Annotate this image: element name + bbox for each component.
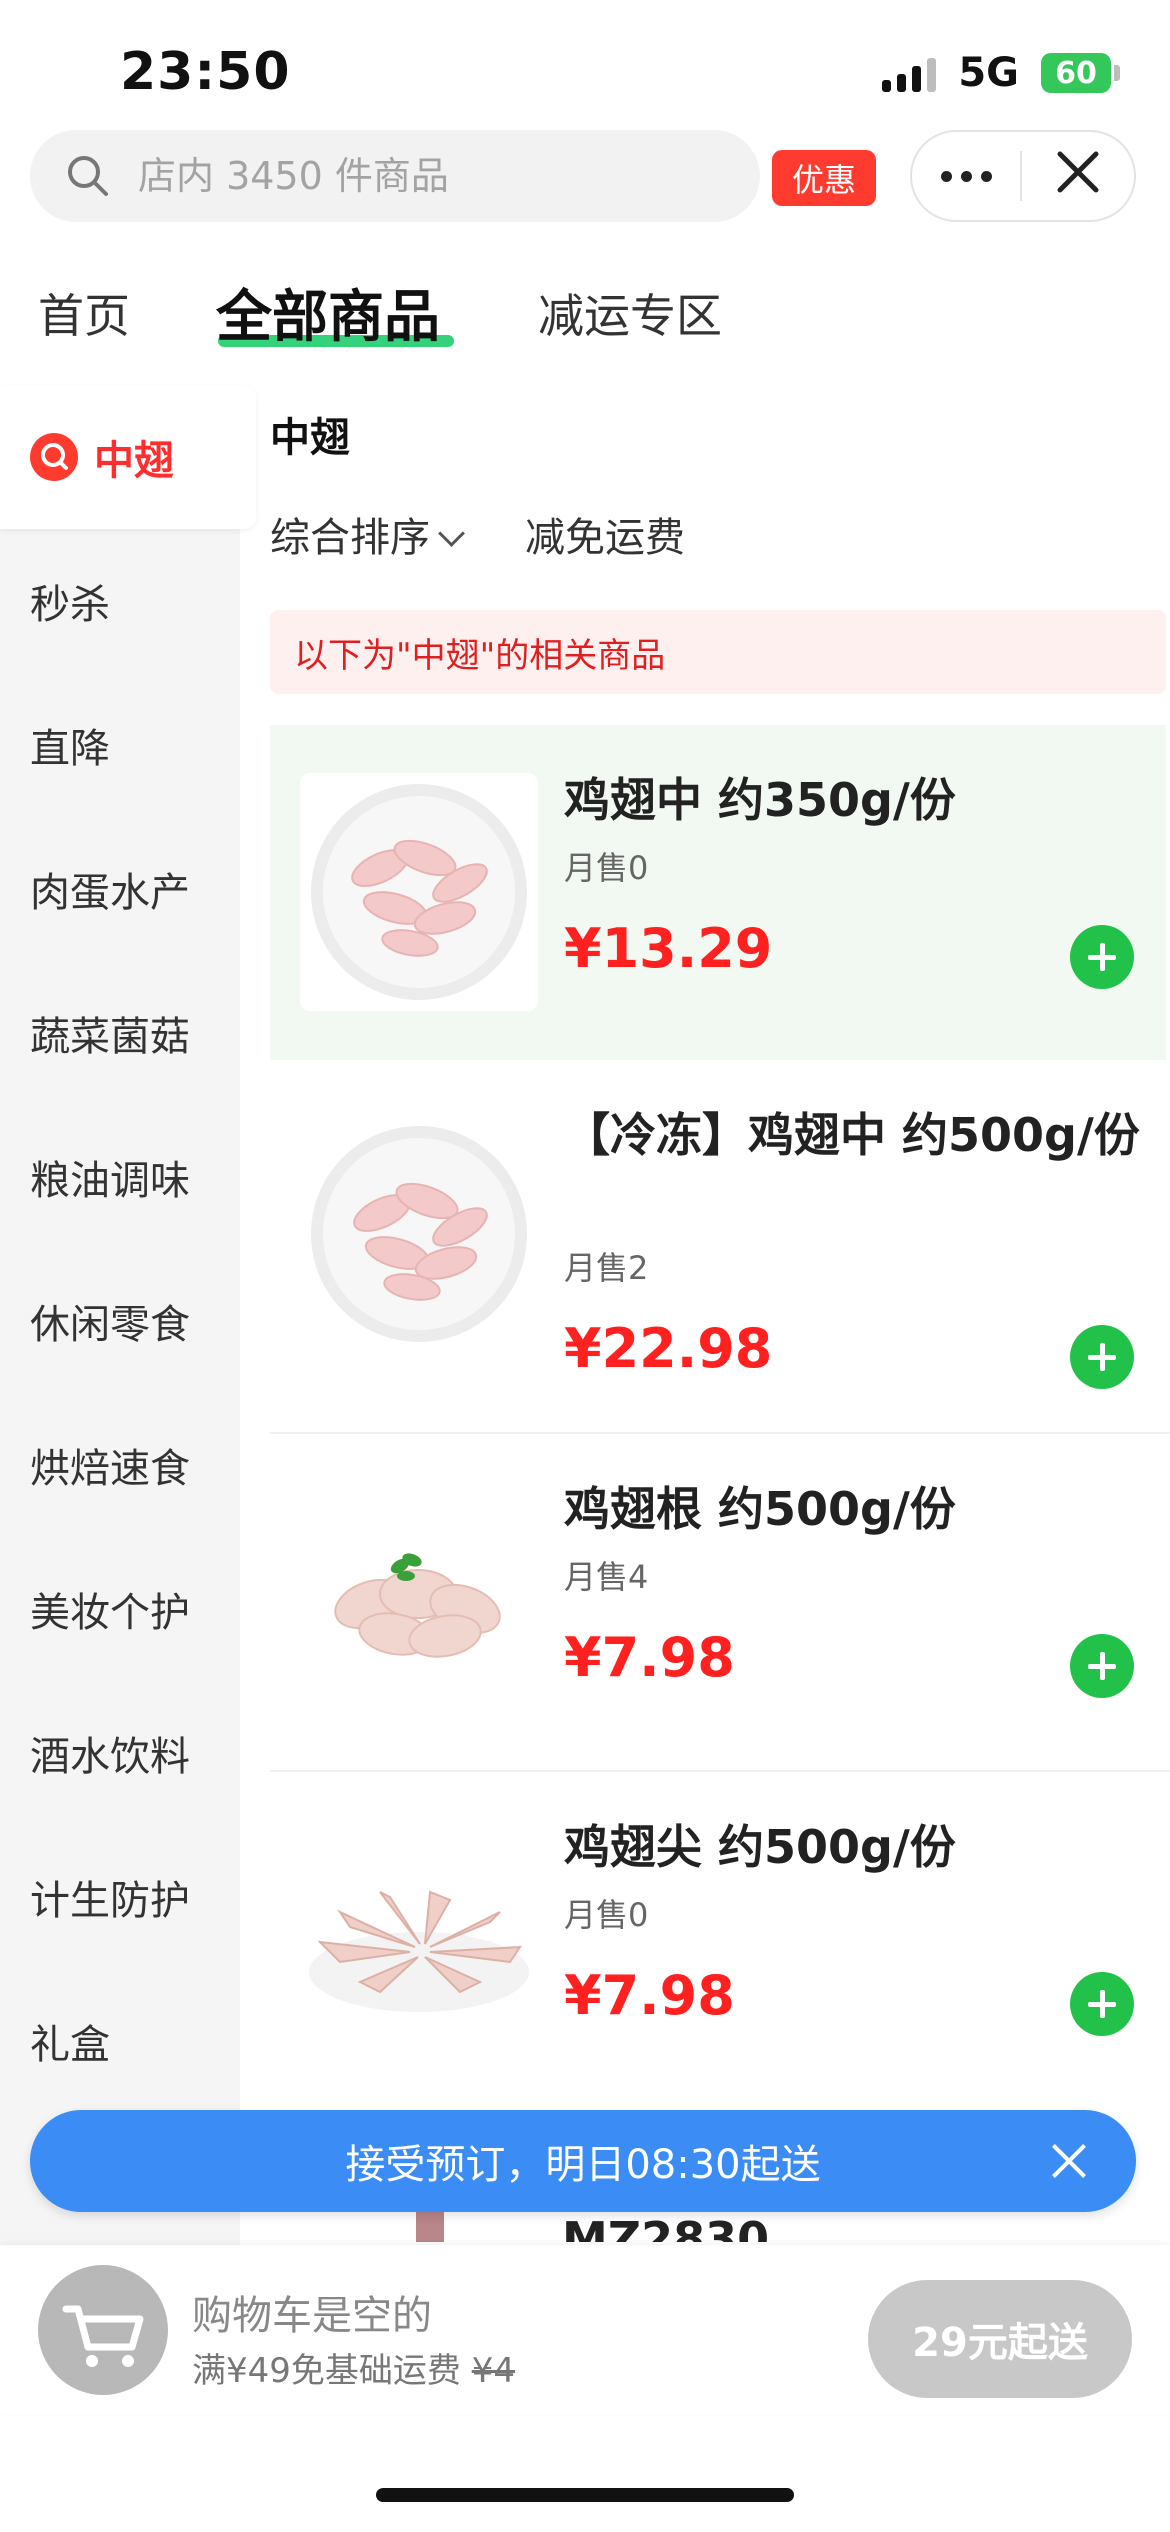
search-bar[interactable]: [30, 130, 760, 222]
close-icon[interactable]: [1022, 130, 1134, 222]
add-icon[interactable]: [1070, 1325, 1134, 1389]
product-sold: 月售4: [564, 1558, 649, 1596]
sidebar-item-miaosha[interactable]: 秒杀: [0, 529, 240, 673]
sidebar-item-label: 秒杀: [30, 582, 110, 628]
sidebar-item-protection[interactable]: 计生防护: [0, 1825, 240, 1969]
product-price: ¥7.98: [564, 1626, 735, 1689]
add-icon[interactable]: [1070, 1634, 1134, 1698]
search-icon: [30, 433, 78, 481]
sidebar-item-label: 计生防护: [30, 1878, 190, 1924]
status-time: 23:50: [120, 42, 291, 102]
close-icon[interactable]: [1050, 2142, 1088, 2180]
product-image[interactable]: [300, 1115, 538, 1353]
cart-empty-text: 购物车是空的: [192, 2293, 432, 2339]
sidebar-item-vegetables[interactable]: 蔬菜菌菇: [0, 961, 240, 1105]
product-card[interactable]: 鸡翅中 约350g/份 月售0 ¥13.29: [270, 725, 1166, 1060]
category-sidebar: 中翅 秒杀 直降 肉蛋水产 蔬菜菌菇 粮油调味 休闲零食 烘焙速食 美妆个护 酒…: [0, 385, 256, 2245]
free-shipping-label: 满¥49免基础运费: [192, 2351, 461, 2391]
product-sold: 月售0: [564, 849, 649, 887]
product-image[interactable]: [300, 1484, 538, 1722]
sidebar-item-meat[interactable]: 肉蛋水产: [0, 817, 240, 961]
category-title: 中翅: [270, 415, 350, 461]
sidebar-item-gift-box[interactable]: 礼盒: [0, 1969, 240, 2113]
cart-bar: 购物车是空的 满¥49免基础运费 ¥4 29元起送: [0, 2245, 1170, 2415]
sort-label: 综合排序: [270, 515, 430, 561]
add-icon[interactable]: [1070, 925, 1134, 989]
sidebar-item-label: 中翅: [94, 438, 174, 484]
original-fee: ¥4: [471, 2351, 515, 2391]
product-sold: 月售2: [564, 1249, 649, 1287]
sidebar-item-label: 蔬菜菌菇: [30, 1014, 190, 1060]
network-label: 5G: [958, 50, 1019, 96]
sidebar-item-label: 礼盒: [30, 2022, 110, 2068]
product-card[interactable]: 【冷冻】鸡翅中 约500g/份 月售2 ¥22.98: [270, 1060, 1166, 1430]
product-price: ¥13.29: [564, 917, 773, 980]
product-name: 鸡翅根 约500g/份: [564, 1482, 956, 1536]
miniapp-capsule: [910, 130, 1136, 222]
delivery-banner: 接受预订，明日08:30起送: [30, 2110, 1136, 2212]
sidebar-item-label: 休闲零食: [30, 1302, 190, 1348]
checkout-button[interactable]: 29元起送: [868, 2280, 1132, 2398]
sidebar-item-label: 直降: [30, 726, 110, 772]
tab-home[interactable]: 首页: [38, 280, 130, 346]
top-tabs: 首页 全部商品 减运专区: [0, 280, 1170, 360]
search-notice: 以下为"中翅"的相关商品: [270, 610, 1166, 694]
banner-text: 接受预订，明日08:30起送: [345, 2142, 821, 2188]
cart-icon[interactable]: [38, 2265, 168, 2395]
product-card[interactable]: 鸡翅根 约500g/份 月售4 ¥7.98: [270, 1434, 1166, 1769]
sidebar-item-drinks[interactable]: 酒水饮料: [0, 1681, 240, 1825]
sort-dropdown[interactable]: 综合排序: [270, 505, 465, 563]
status-indicators: 5G 60: [882, 50, 1120, 96]
product-name: MZ2830: [562, 2212, 770, 2242]
product-name: 鸡翅中 约350g/份: [564, 773, 956, 827]
product-image: [416, 2212, 444, 2242]
battery-icon: 60: [1041, 53, 1120, 93]
tab-shipping-zone[interactable]: 减运专区: [538, 280, 722, 346]
sort-filter-row: 综合排序 减免运费: [270, 505, 685, 563]
product-image[interactable]: [300, 773, 538, 1011]
signal-icon: [882, 54, 937, 92]
sidebar-item-zhijiang[interactable]: 直降: [0, 673, 240, 817]
sidebar-item-beauty[interactable]: 美妆个护: [0, 1537, 240, 1681]
sidebar-item-grain-oil[interactable]: 粮油调味: [0, 1105, 240, 1249]
sidebar-item-label: 粮油调味: [30, 1158, 190, 1204]
product-price: ¥22.98: [564, 1317, 773, 1380]
sidebar-item-label: 肉蛋水产: [30, 870, 190, 916]
search-input[interactable]: [136, 153, 660, 199]
product-image[interactable]: [300, 1822, 538, 2060]
more-icon[interactable]: [912, 170, 1020, 182]
add-icon[interactable]: [1070, 1972, 1134, 2036]
product-name: 鸡翅尖 约500g/份: [564, 1820, 956, 1874]
free-shipping-text: 满¥49免基础运费 ¥4: [192, 2343, 515, 2392]
sidebar-item-label: 烘焙速食: [30, 1446, 190, 1492]
sidebar-item-bakery[interactable]: 烘焙速食: [0, 1393, 240, 1537]
sidebar-item-snacks[interactable]: 休闲零食: [0, 1249, 240, 1393]
battery-level: 60: [1041, 53, 1111, 93]
product-price: ¥7.98: [564, 1964, 735, 2027]
home-indicator: [376, 2488, 794, 2502]
product-name: 【冷冻】鸡翅中 约500g/份: [564, 1108, 1140, 1162]
tab-all-products[interactable]: 全部商品: [216, 272, 440, 353]
sidebar-item-label: 酒水饮料: [30, 1734, 190, 1780]
sidebar-item-zhongchi[interactable]: 中翅: [0, 385, 256, 529]
search-icon: [66, 154, 110, 198]
promo-badge[interactable]: 优惠: [772, 150, 876, 206]
filter-free-shipping[interactable]: 减免运费: [525, 505, 685, 563]
product-sold: 月售0: [564, 1896, 649, 1934]
product-card[interactable]: 鸡翅尖 约500g/份 月售0 ¥7.98: [270, 1772, 1166, 2107]
chevron-down-icon: [438, 520, 465, 547]
sidebar-item-label: 美妆个护: [30, 1590, 190, 1636]
